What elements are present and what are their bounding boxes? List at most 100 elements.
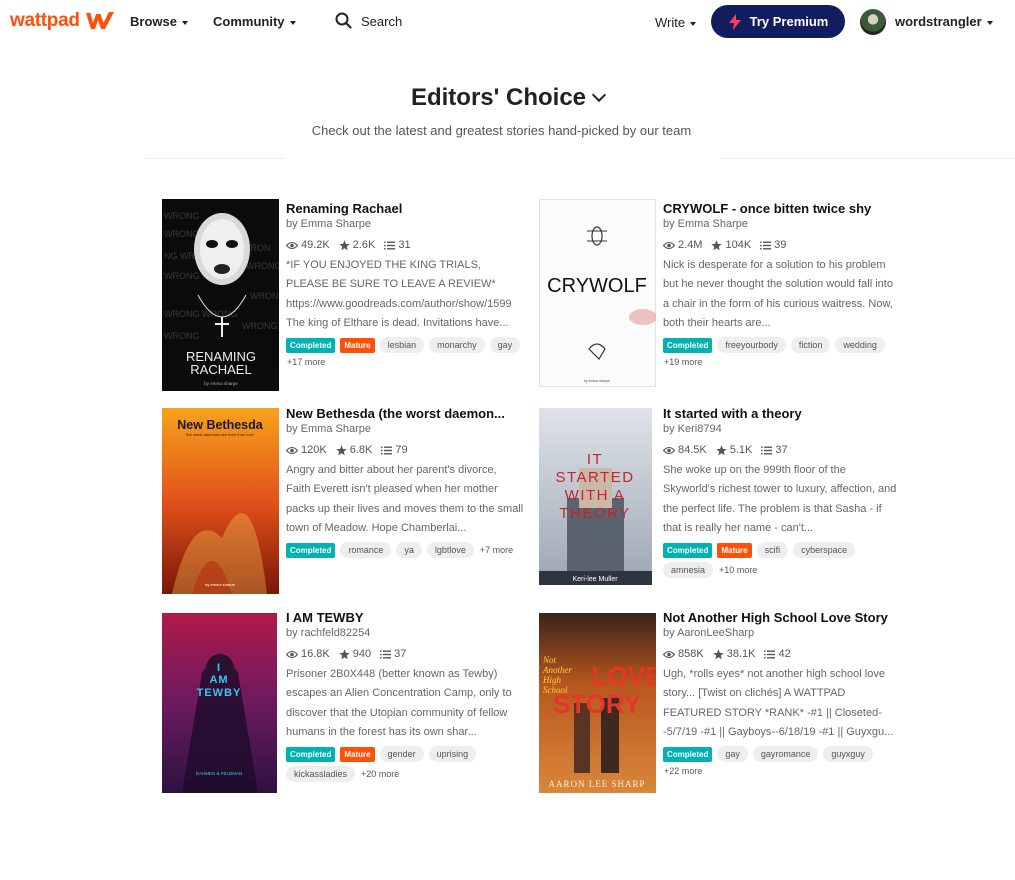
user-menu[interactable]: wordstrangler bbox=[895, 14, 993, 29]
chevron-down-icon bbox=[591, 87, 607, 103]
story-title[interactable]: New Bethesda (the worst daemon... bbox=[286, 406, 526, 421]
story-tag[interactable]: wedding bbox=[835, 337, 885, 353]
more-tags-link[interactable]: +20 more bbox=[361, 769, 399, 779]
try-premium-button[interactable]: Try Premium bbox=[711, 5, 845, 38]
votes-count: 5.1K bbox=[729, 444, 753, 456]
story-card[interactable]: WRONGWRONG WWRONNG WRONGWRONGWRONGWRONGW… bbox=[162, 199, 522, 391]
cover-art: I AM TEWBY DAHMEN & FELDMAN bbox=[162, 613, 277, 793]
page-title[interactable]: Editors' Choice bbox=[0, 84, 1015, 112]
story-tag[interactable]: kickassladies bbox=[286, 766, 356, 782]
story-tag[interactable]: lgbtlove bbox=[426, 542, 474, 558]
story-stats: 2.4M 104K 39 bbox=[663, 239, 903, 251]
story-tag[interactable]: scifi bbox=[756, 542, 789, 558]
story-stats: 16.8K 940 37 bbox=[286, 648, 526, 660]
story-tag[interactable]: freeyourbody bbox=[717, 337, 786, 353]
story-tag[interactable]: cyberspace bbox=[793, 542, 856, 558]
story-tag[interactable]: gayromance bbox=[752, 746, 819, 762]
story-card[interactable]: IT STARTED WITH A THEORY Keri-lee Muller It… bbox=[539, 404, 899, 596]
story-cover[interactable]: IT STARTED WITH A THEORY Keri-lee Muller bbox=[539, 408, 656, 600]
story-tag[interactable]: gender bbox=[379, 746, 424, 762]
reads-count: 2.4M bbox=[678, 239, 703, 251]
more-tags-link[interactable]: +22 more bbox=[664, 766, 702, 776]
story-card[interactable]: CRYWOLF by emma sharpe CRYWOLF - once bi… bbox=[539, 199, 899, 391]
story-tag[interactable]: monarchy bbox=[429, 337, 485, 353]
votes-stat: 38.1K bbox=[713, 648, 755, 660]
search-box[interactable]: Search bbox=[335, 12, 402, 29]
star-icon bbox=[336, 444, 347, 455]
more-tags-link[interactable]: +7 more bbox=[480, 545, 513, 555]
votes-stat: 6.8K bbox=[336, 444, 372, 456]
story-author[interactable]: by Keri8794 bbox=[663, 423, 903, 435]
story-stats: 49.2K 2.6K 31 bbox=[286, 239, 526, 251]
svg-text:WRONG WRONG: WRONG WRONG bbox=[164, 309, 238, 319]
story-tag[interactable]: romance bbox=[340, 542, 392, 558]
parts-count: 37 bbox=[775, 444, 788, 456]
mature-badge: Mature bbox=[340, 746, 375, 762]
top-nav: wattpad Browse Community Search Write Tr… bbox=[0, 0, 1015, 45]
story-tag[interactable]: lesbian bbox=[379, 337, 425, 353]
wattpad-logo[interactable]: wattpad bbox=[10, 9, 116, 33]
browse-menu[interactable]: Browse bbox=[130, 14, 188, 29]
write-menu[interactable]: Write bbox=[655, 15, 697, 30]
more-tags-link[interactable]: +17 more bbox=[287, 357, 325, 367]
story-cover[interactable]: I AM TEWBY DAHMEN & FELDMAN bbox=[162, 613, 279, 805]
story-tag[interactable]: gay bbox=[717, 746, 748, 762]
story-cover[interactable]: New Bethesda the worst daemons are born … bbox=[162, 408, 279, 600]
story-cover[interactable]: WRONGWRONG WWRONNG WRONGWRONGWRONGWRONGW… bbox=[162, 199, 279, 391]
story-card[interactable]: I AM TEWBY DAHMEN & FELDMAN I AM TEWBY by … bbox=[162, 608, 522, 800]
cover-art: Not Another High School LOVE STORY AARON LEE… bbox=[539, 613, 656, 793]
story-title[interactable]: Not Another High School Love Story bbox=[663, 610, 903, 625]
story-stats: 84.5K 5.1K 37 bbox=[663, 444, 903, 456]
story-card[interactable]: Not Another High School LOVE STORY AARON LEE… bbox=[539, 608, 899, 800]
eye-icon bbox=[663, 241, 675, 249]
reads-stat: 2.4M bbox=[663, 239, 702, 251]
votes-count: 2.6K bbox=[352, 239, 376, 251]
reads-stat: 49.2K bbox=[286, 239, 330, 251]
list-icon bbox=[381, 446, 393, 454]
story-tags: Completed Mature scifi cyberspace amnesia +10… bbox=[663, 542, 903, 578]
cover-author: by emma sharpe bbox=[205, 582, 236, 587]
story-card[interactable]: New Bethesda the worst daemons are born … bbox=[162, 404, 523, 596]
eye-icon bbox=[663, 650, 675, 658]
story-title[interactable]: It started with a theory bbox=[663, 406, 903, 421]
community-menu[interactable]: Community bbox=[213, 14, 296, 29]
star-icon bbox=[711, 239, 723, 250]
story-tag[interactable]: uprising bbox=[428, 746, 477, 762]
community-label: Community bbox=[213, 14, 285, 29]
more-tags-link[interactable]: +19 more bbox=[664, 357, 702, 367]
list-icon bbox=[384, 241, 396, 249]
story-title[interactable]: I AM TEWBY bbox=[286, 610, 526, 625]
parts-stat: 37 bbox=[761, 444, 788, 456]
parts-count: 79 bbox=[395, 444, 408, 456]
story-tag[interactable]: gay bbox=[489, 337, 521, 353]
cover-title-2: RACHAEL bbox=[190, 362, 251, 377]
story-tag[interactable]: ya bbox=[396, 542, 422, 558]
cover-art: New Bethesda the worst daemons are born … bbox=[162, 408, 279, 594]
star-icon bbox=[339, 648, 350, 659]
svg-text:WRONG: WRONG bbox=[242, 321, 278, 331]
story-info: New Bethesda (the worst daemon... by Emm… bbox=[286, 404, 526, 558]
avatar[interactable] bbox=[860, 9, 886, 35]
story-author[interactable]: by Emma Sharpe bbox=[286, 423, 526, 435]
story-author[interactable]: by rachfeld82254 bbox=[286, 627, 526, 639]
story-title[interactable]: CRYWOLF - once bitten twice shy bbox=[663, 201, 903, 216]
story-tag[interactable]: fiction bbox=[790, 337, 831, 353]
story-author[interactable]: by Emma Sharpe bbox=[663, 218, 903, 230]
story-tag[interactable]: guyxguy bbox=[823, 746, 873, 762]
votes-stat: 940 bbox=[339, 648, 371, 660]
story-cover[interactable]: Not Another High School LOVE STORY AARON LEE… bbox=[539, 613, 656, 805]
story-author[interactable]: by AaronLeeSharp bbox=[663, 627, 903, 639]
cover-author: AARON LEE SHARP bbox=[548, 779, 645, 789]
story-title[interactable]: Renaming Rachael bbox=[286, 201, 526, 216]
more-tags-link[interactable]: +10 more bbox=[719, 565, 757, 575]
parts-count: 31 bbox=[398, 239, 411, 251]
story-author[interactable]: by Emma Sharpe bbox=[286, 218, 526, 230]
story-cover[interactable]: CRYWOLF by emma sharpe bbox=[539, 199, 656, 391]
story-tag[interactable]: amnesia bbox=[663, 562, 714, 578]
story-description: Angry and bitter about her parent's divo… bbox=[286, 464, 524, 535]
svg-text:WRONG: WRONG bbox=[164, 211, 200, 221]
story-info: Renaming Rachael by Emma Sharpe 49.2K 2.… bbox=[286, 199, 526, 367]
star-icon bbox=[339, 239, 350, 250]
story-description: Nick is desperate for a solution to his … bbox=[663, 259, 893, 330]
story-stats: 120K 6.8K 79 bbox=[286, 444, 526, 456]
